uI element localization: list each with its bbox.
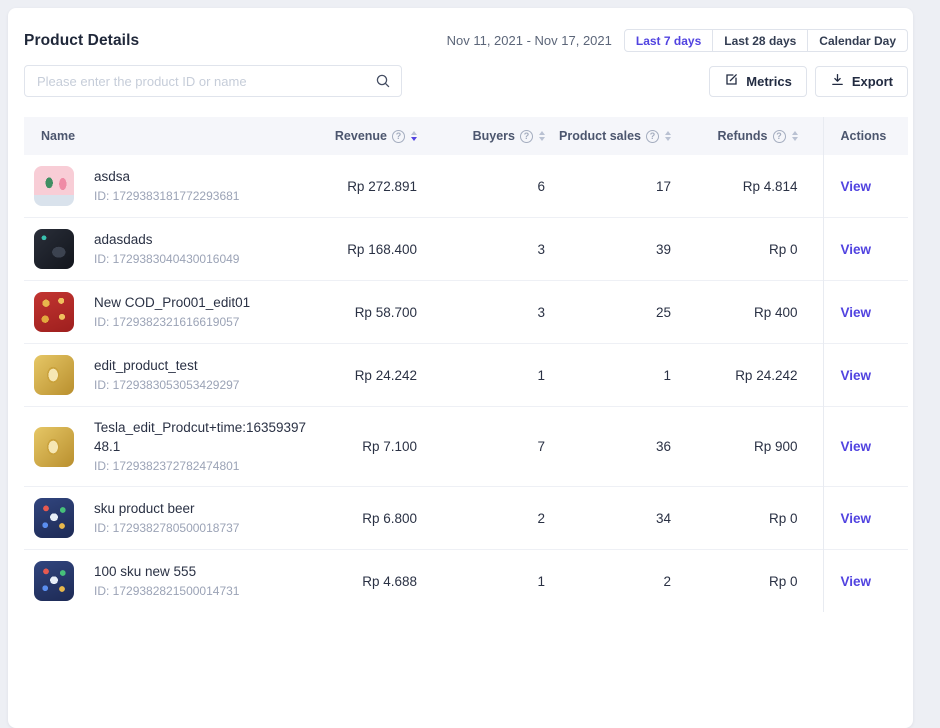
product-image xyxy=(34,427,74,467)
info-icon[interactable] xyxy=(646,130,659,143)
product-details-card: Product Details Nov 11, 2021 - Nov 17, 2… xyxy=(8,8,913,728)
product-name: sku product beer xyxy=(94,499,239,518)
product-table: Name Revenue Buyers Product sales Refund… xyxy=(24,117,908,612)
table-row: 100 sku new 555 ID: 1729382821500014731 R… xyxy=(24,550,908,613)
range-button-last-7-days[interactable]: Last 7 days xyxy=(624,29,713,52)
buyers-value: 1 xyxy=(418,344,546,407)
view-link[interactable]: View xyxy=(841,368,872,383)
view-link[interactable]: View xyxy=(841,179,872,194)
buyers-value: 3 xyxy=(418,218,546,281)
column-header-revenue[interactable]: Revenue xyxy=(314,117,418,155)
product-id: ID: 1729383053053429297 xyxy=(94,377,239,394)
product-name: 100 sku new 555 xyxy=(94,562,239,581)
refunds-value: Rp 0 xyxy=(672,218,823,281)
revenue-value: Rp 58.700 xyxy=(314,281,418,344)
view-link[interactable]: View xyxy=(841,574,872,589)
revenue-value: Rp 6.800 xyxy=(314,487,418,550)
table-row: New COD_Pro001_edit01 ID: 172938232161661… xyxy=(24,281,908,344)
product-image xyxy=(34,498,74,538)
product-sales-value: 39 xyxy=(546,218,672,281)
page-title: Product Details xyxy=(24,32,139,50)
buyers-value: 6 xyxy=(418,155,546,218)
download-icon xyxy=(830,72,845,90)
info-icon[interactable] xyxy=(520,130,533,143)
refunds-value: Rp 0 xyxy=(672,487,823,550)
range-button-last-28-days[interactable]: Last 28 days xyxy=(712,29,808,52)
revenue-value: Rp 7.100 xyxy=(314,407,418,487)
product-image xyxy=(34,355,74,395)
toolbar-buttons: Metrics Export xyxy=(709,66,908,97)
table-row: asdsaID: 1729383181772293681 Rp 272.891 … xyxy=(24,155,908,218)
product-image xyxy=(34,166,74,206)
revenue-value: Rp 24.242 xyxy=(314,344,418,407)
sort-icon-refunds[interactable] xyxy=(792,131,798,141)
column-header-buyers[interactable]: Buyers xyxy=(418,117,546,155)
product-image xyxy=(34,229,74,269)
product-id: ID: 1729382780500018737 xyxy=(94,520,239,537)
table-row: edit_product_test ID: 1729383053053429297… xyxy=(24,344,908,407)
refunds-value: Rp 400 xyxy=(672,281,823,344)
product-sales-value: 36 xyxy=(546,407,672,487)
product-name: adasdads xyxy=(94,230,239,249)
product-id: ID: 1729382372782474801 xyxy=(94,458,309,475)
table-header-row: Name Revenue Buyers Product sales Refund… xyxy=(24,117,908,155)
sort-icon-product-sales[interactable] xyxy=(665,131,671,141)
product-image xyxy=(34,292,74,332)
action-bar: Metrics Export xyxy=(24,65,908,97)
product-id: ID: 1729382321616619057 xyxy=(94,314,250,331)
date-range-segmented-control: Last 7 days Last 28 days Calendar Day xyxy=(624,29,908,52)
range-button-calendar-day[interactable]: Calendar Day xyxy=(807,29,908,52)
view-link[interactable]: View xyxy=(841,439,872,454)
buyers-value: 2 xyxy=(418,487,546,550)
metrics-button-label: Metrics xyxy=(746,74,792,89)
sort-icon-buyers[interactable] xyxy=(539,131,545,141)
column-header-product-sales[interactable]: Product sales xyxy=(546,117,672,155)
search-input[interactable] xyxy=(24,65,402,97)
product-sales-value: 1 xyxy=(546,344,672,407)
view-link[interactable]: View xyxy=(841,242,872,257)
export-button[interactable]: Export xyxy=(815,66,908,97)
date-controls: Nov 11, 2021 - Nov 17, 2021 Last 7 days … xyxy=(447,29,908,52)
product-name: asdsa xyxy=(94,167,239,186)
search-icon[interactable] xyxy=(375,73,391,89)
sort-icon-revenue[interactable] xyxy=(411,131,417,141)
table-row: Tesla_edit_Prodcut+time:1635939748.1 ID: … xyxy=(24,407,908,487)
table-row: sku product beerID: 1729382780500018737 … xyxy=(24,487,908,550)
product-sales-value: 34 xyxy=(546,487,672,550)
column-header-name: Name xyxy=(24,117,314,155)
revenue-value: Rp 168.400 xyxy=(314,218,418,281)
column-header-actions: Actions xyxy=(823,117,908,155)
column-header-refunds[interactable]: Refunds xyxy=(672,117,823,155)
product-sales-value: 17 xyxy=(546,155,672,218)
table-row: adasdads ID: 1729383040430016049 Rp 168.4… xyxy=(24,218,908,281)
buyers-value: 1 xyxy=(418,550,546,613)
refunds-value: Rp 900 xyxy=(672,407,823,487)
revenue-value: Rp 4.688 xyxy=(314,550,418,613)
metrics-button[interactable]: Metrics xyxy=(709,66,807,97)
product-id: ID: 1729383181772293681 xyxy=(94,188,239,205)
export-button-label: Export xyxy=(852,74,893,89)
product-name: New COD_Pro001_edit01 xyxy=(94,293,250,312)
refunds-value: Rp 0 xyxy=(672,550,823,613)
refunds-value: Rp 24.242 xyxy=(672,344,823,407)
metrics-edit-icon xyxy=(724,72,739,90)
product-name: Tesla_edit_Prodcut+time:1635939748.1 xyxy=(94,418,309,456)
info-icon[interactable] xyxy=(773,130,786,143)
product-sales-value: 2 xyxy=(546,550,672,613)
product-search xyxy=(24,65,402,97)
view-link[interactable]: View xyxy=(841,305,872,320)
product-id: ID: 1729383040430016049 xyxy=(94,251,239,268)
view-link[interactable]: View xyxy=(841,511,872,526)
product-id: ID: 1729382821500014731 xyxy=(94,583,239,600)
date-range-text: Nov 11, 2021 - Nov 17, 2021 xyxy=(447,33,612,48)
product-sales-value: 25 xyxy=(546,281,672,344)
revenue-value: Rp 272.891 xyxy=(314,155,418,218)
product-image xyxy=(34,561,74,601)
top-bar: Product Details Nov 11, 2021 - Nov 17, 2… xyxy=(24,8,908,52)
info-icon[interactable] xyxy=(392,130,405,143)
refunds-value: Rp 4.814 xyxy=(672,155,823,218)
buyers-value: 7 xyxy=(418,407,546,487)
product-name: edit_product_test xyxy=(94,356,239,375)
buyers-value: 3 xyxy=(418,281,546,344)
